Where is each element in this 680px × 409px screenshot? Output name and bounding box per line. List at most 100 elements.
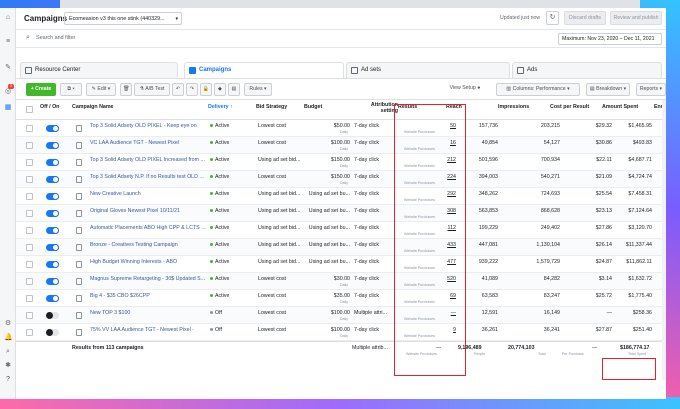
campaign-toggle[interactable] xyxy=(46,125,59,132)
budget-value[interactable]: Using ad set bu... xyxy=(304,242,350,248)
home-icon[interactable]: ⌂ xyxy=(4,14,12,22)
budget-value[interactable]: Using ad set bu... xyxy=(304,259,350,265)
campaign-name-link[interactable]: Big 4 - $35 CBO $26CPP xyxy=(90,293,212,299)
campaign-name-link[interactable]: New Creative Launch xyxy=(90,191,212,197)
row-checkbox[interactable] xyxy=(26,278,33,285)
results-value[interactable]: 308 xyxy=(396,208,456,214)
bug-icon[interactable]: ✱ xyxy=(4,362,12,370)
budget-value[interactable]: $30.00 xyxy=(304,276,350,282)
campaign-name-link[interactable]: VC LAA Audience TGT - Newest Pixel xyxy=(90,140,212,146)
menu-icon[interactable]: ≡ xyxy=(4,38,12,46)
budget-value[interactable]: $35.00 xyxy=(304,293,350,299)
budget-value[interactable]: $100.00 xyxy=(304,310,350,316)
vertical-scrollbar[interactable] xyxy=(662,100,666,380)
campaign-toggle[interactable] xyxy=(46,193,59,200)
tab-campaigns[interactable]: Campaigns xyxy=(184,62,344,78)
table-row[interactable]: New TOP 3 $100 Off Lowest cost $100.00 Daily… xyxy=(16,307,666,324)
row-checkbox[interactable] xyxy=(26,295,33,302)
search-input[interactable]: Search and filter xyxy=(36,35,75,41)
campaign-toggle[interactable] xyxy=(46,312,59,319)
lock-icon[interactable]: 🔒 xyxy=(200,83,212,96)
campaign-name-link[interactable]: Bronze - Creatives Testing Campaign xyxy=(90,242,212,248)
col-results[interactable]: Results xyxy=(398,104,417,110)
row-checkbox[interactable] xyxy=(26,244,33,251)
campaign-toggle[interactable] xyxy=(46,210,59,217)
campaign-toggle[interactable] xyxy=(46,261,59,268)
campaign-toggle[interactable] xyxy=(46,295,59,302)
col-cost-per-result[interactable]: Cost per Result xyxy=(550,104,589,110)
filter-icon[interactable]: ▤ xyxy=(228,83,240,96)
row-checkbox[interactable] xyxy=(26,193,33,200)
row-checkbox[interactable] xyxy=(26,125,33,132)
account-selector[interactable]: Ecomeasion v3 this one stink (440329... … xyxy=(64,12,182,25)
row-checkbox[interactable] xyxy=(26,210,33,217)
row-checkbox[interactable] xyxy=(26,176,33,183)
results-value[interactable]: 9 xyxy=(396,327,456,333)
row-checkbox[interactable] xyxy=(26,159,33,166)
campaign-name-link[interactable]: 75% VV LAA Audience TGT - Newest Pixel - xyxy=(90,327,212,333)
table-row[interactable]: Automatic Placements ABO High CPP & LCTS… xyxy=(16,222,666,239)
col-bid-strategy[interactable]: Bid Strategy xyxy=(256,104,287,110)
reports-dropdown[interactable]: Reports ▾ xyxy=(636,83,666,96)
edit-button[interactable]: ✎ Edit ▾ xyxy=(86,83,116,96)
date-range-picker[interactable]: Maximum: Nov 23, 2020 – Dec 11, 2021 xyxy=(558,33,662,45)
discard-drafts-button[interactable]: Discard drafts xyxy=(564,11,606,25)
col-reach[interactable]: Reach xyxy=(446,104,462,110)
budget-value[interactable]: $100.00 xyxy=(304,327,350,333)
campaign-toggle[interactable] xyxy=(46,142,59,149)
results-value[interactable]: 50 xyxy=(396,123,456,129)
results-value[interactable]: 433 xyxy=(396,242,456,248)
col-delivery[interactable]: Delivery ↑ xyxy=(208,104,233,110)
campaign-toggle[interactable] xyxy=(46,244,59,251)
refresh-icon[interactable]: ↻ xyxy=(546,11,559,25)
review-publish-button[interactable]: Review and publish xyxy=(610,11,662,25)
budget-value[interactable]: Using ad set bu... xyxy=(304,208,350,214)
budget-value[interactable]: $50.00 xyxy=(304,123,350,129)
col-attribution[interactable]: Attribution setting xyxy=(354,102,398,114)
results-value[interactable]: 477 xyxy=(396,259,456,265)
col-impressions[interactable]: Impressions xyxy=(498,104,529,110)
campaign-name-link[interactable]: Top 3 Solid Adsety OLD PIXEL - Keep eye … xyxy=(90,123,212,129)
columns-dropdown[interactable]: ▥ Columns: Performance ▾ xyxy=(496,83,580,96)
table-row[interactable]: New Creative Launch Active Using ad set bi… xyxy=(16,188,666,205)
campaign-name-link[interactable]: Magnus Supreme Retargeting - 30$ Updated… xyxy=(90,276,212,282)
edit-pencil-icon[interactable]: ✎ xyxy=(4,64,12,72)
table-row[interactable]: Magnus Supreme Retargeting - 30$ Updated… xyxy=(16,273,666,290)
delete-icon[interactable]: 🗑 xyxy=(120,83,132,96)
campaign-toggle[interactable] xyxy=(46,227,59,234)
table-row[interactable]: Top 3 Solid Adsety N.P. If no Results te… xyxy=(16,171,666,188)
results-value[interactable]: 292 xyxy=(396,191,456,197)
row-checkbox[interactable] xyxy=(26,142,33,149)
campaign-toggle[interactable] xyxy=(46,159,59,166)
create-button[interactable]: + Create xyxy=(26,83,56,96)
table-row[interactable]: VC LAA Audience TGT - Newest Pixel Active… xyxy=(16,137,666,154)
table-row[interactable]: Original Gloves Newest Pixel 10/11/21 Act… xyxy=(16,205,666,222)
table-row[interactable]: Big 4 - $35 CBO $26CPP Active Lowest cost $… xyxy=(16,290,666,307)
view-setup-button[interactable]: View Setup ● xyxy=(442,83,488,96)
col-campaign-name[interactable]: Campaign Name xyxy=(72,104,114,110)
row-checkbox[interactable] xyxy=(26,261,33,268)
redo-icon[interactable]: ↷ xyxy=(186,83,198,96)
table-row[interactable]: High Budget Winning Interests - ABO Activ… xyxy=(16,256,666,273)
row-checkbox[interactable] xyxy=(26,312,33,319)
budget-value[interactable]: $100.00 xyxy=(304,140,350,146)
row-checkbox[interactable] xyxy=(26,227,33,234)
budget-value[interactable]: Using ad set bu... xyxy=(304,225,350,231)
select-all-checkbox[interactable] xyxy=(26,106,33,113)
campaign-name-link[interactable]: Top 3 Solid Adsety N.P. If no Results te… xyxy=(90,174,212,180)
tab-ad-sets[interactable]: Ad sets xyxy=(346,62,510,78)
alerts-icon[interactable]: 🔔 xyxy=(4,334,13,342)
table-row[interactable]: Bronze - Creatives Testing Campaign Activ… xyxy=(16,239,666,256)
table-row[interactable]: Top 3 Solid Adsety OLD PIXEL Increased f… xyxy=(16,154,666,171)
campaign-name-link[interactable]: Automatic Placements ABO High CPP & LCTS… xyxy=(90,225,212,231)
tag-icon[interactable]: ◆ xyxy=(214,83,226,96)
results-value[interactable]: 16 xyxy=(396,140,456,146)
budget-value[interactable]: $150.00 xyxy=(304,157,350,163)
results-value[interactable]: 212 xyxy=(396,157,456,163)
table-row[interactable]: 75% VV LAA Audience TGT - Newest Pixel -… xyxy=(16,324,666,341)
budget-value[interactable]: $150.00 xyxy=(304,174,350,180)
col-budget[interactable]: Budget xyxy=(304,104,322,110)
campaign-name-link[interactable]: Top 3 Solid Adsety OLD PIXEL Increased f… xyxy=(90,157,212,163)
duplicate-icon[interactable]: ⧉ ▾ xyxy=(60,83,82,96)
campaign-toggle[interactable] xyxy=(46,278,59,285)
